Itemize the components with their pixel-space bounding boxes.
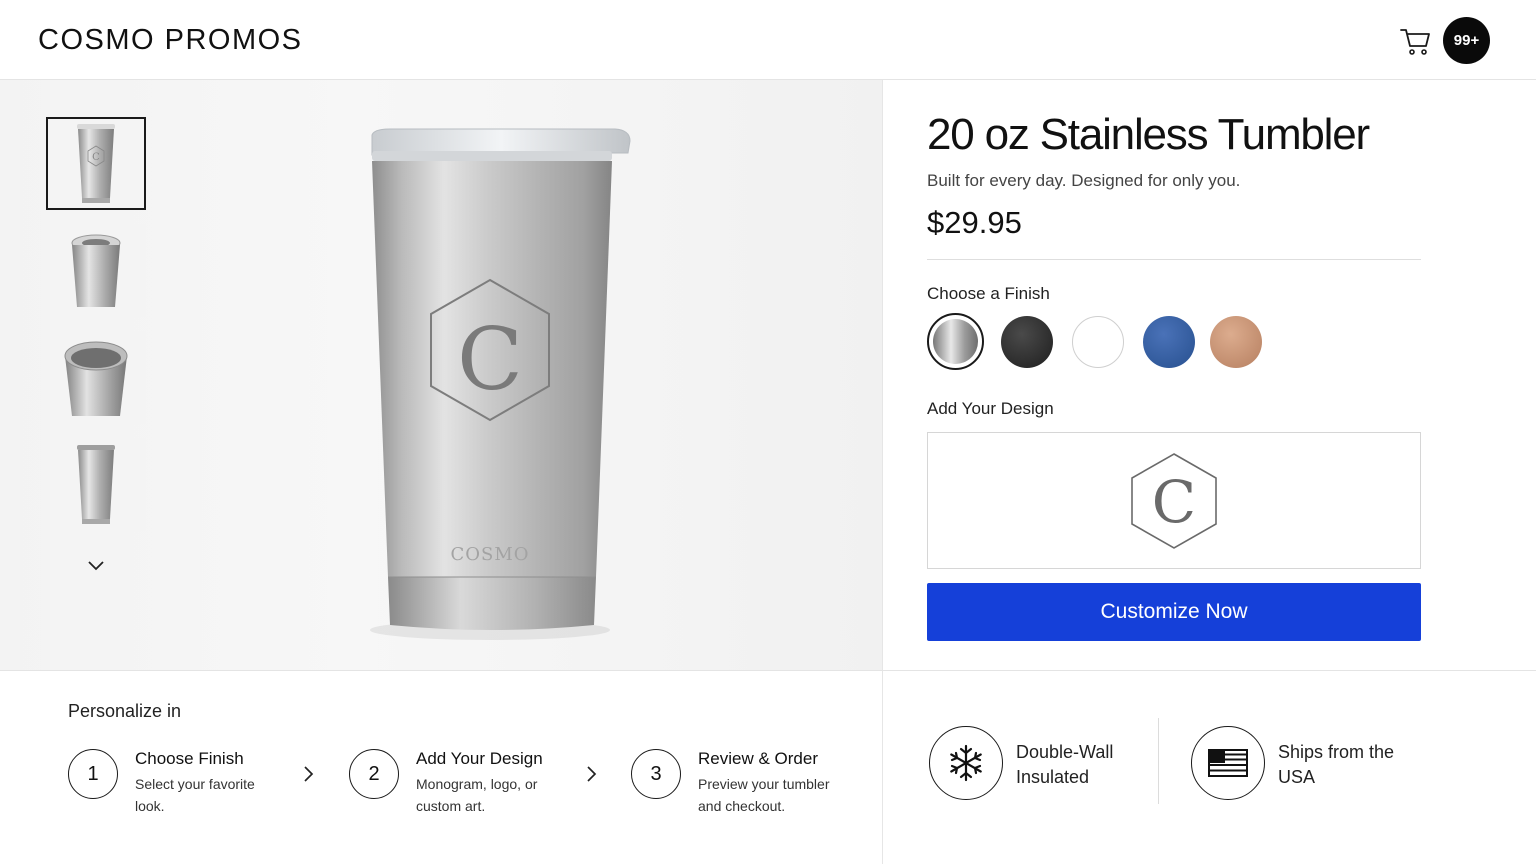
finish-swatches — [927, 313, 1421, 371]
svg-text:C: C — [1152, 468, 1196, 536]
swatch-navy[interactable] — [1143, 316, 1195, 368]
product-title: 20 oz Stainless Tumbler — [927, 110, 1370, 159]
customize-now-button[interactable]: Customize Now — [927, 583, 1421, 641]
thumbnail-list: C — [46, 117, 146, 545]
step-number: 2 — [349, 749, 399, 799]
step-title: Add Your Design — [416, 749, 543, 768]
step-title: Review & Order — [698, 749, 818, 768]
chevron-down-icon[interactable] — [86, 555, 106, 575]
thumbnail-side[interactable] — [46, 438, 146, 531]
step-title: Choose Finish — [135, 749, 244, 768]
steps-heading: Personalize in — [68, 701, 182, 721]
step-number: 3 — [631, 749, 681, 799]
feature-icon-circle — [929, 726, 1003, 800]
tumbler-thumb-image — [77, 444, 115, 524]
step-description: Preview your tumbler and checkout. — [698, 776, 830, 814]
tumbler-thumb-image — [64, 341, 128, 416]
chevron-right-icon — [304, 766, 314, 782]
swatch-white[interactable] — [1072, 316, 1124, 368]
step-number: 1 — [68, 749, 118, 799]
svg-text:COSMO: COSMO — [450, 544, 529, 565]
design-upload-box[interactable]: C — [927, 432, 1421, 569]
finish-label: Choose a Finish — [927, 284, 1050, 303]
svg-text:C: C — [92, 152, 100, 163]
product-subtitle: Built for every day. Designed for only y… — [927, 171, 1241, 190]
cart-count-badge[interactable]: 99+ — [1443, 17, 1490, 64]
step-description: Select your favorite look. — [135, 776, 255, 814]
svg-text:C: C — [457, 310, 523, 410]
swatch-black[interactable] — [1001, 316, 1053, 368]
brand-logo[interactable]: COSMO PROMOS — [38, 24, 303, 57]
product-main-image: C COSMO — [370, 128, 631, 640]
feature-icon-circle — [1191, 726, 1265, 800]
monogram-preview-icon: C — [1131, 452, 1217, 549]
swatch-copper[interactable] — [1210, 316, 1262, 368]
bottom-band: Personalize in 1 Choose Finish Select yo… — [0, 670, 1536, 864]
product-price: $29.95 — [927, 205, 1022, 240]
feature-label: Double-Wall Insulated — [1016, 742, 1114, 787]
chevron-right-icon — [587, 766, 597, 782]
design-label: Add Your Design — [927, 399, 1054, 418]
feature-divider — [1158, 718, 1159, 804]
product-gallery: C C COSMO — [0, 80, 883, 670]
thumbnail-angled[interactable] — [46, 224, 146, 317]
feature-label: Ships from the USA — [1278, 742, 1395, 787]
snowflake-icon — [950, 744, 982, 782]
us-flag-icon — [1208, 749, 1248, 777]
tumbler-thumb-image — [71, 234, 121, 307]
cart-icon[interactable] — [1399, 24, 1433, 58]
divider — [927, 259, 1421, 260]
tumbler-thumb-image: C — [77, 123, 115, 203]
personalize-steps: Personalize in 1 Choose Finish Select yo… — [0, 671, 883, 864]
thumbnail-front[interactable]: C — [46, 117, 146, 210]
step-description: Monogram, logo, or custom art. — [416, 776, 538, 814]
swatch-stainless[interactable] — [927, 313, 984, 370]
thumbnail-open-top[interactable] — [46, 331, 146, 424]
site-header: COSMO PROMOS 99+ — [0, 0, 1536, 80]
